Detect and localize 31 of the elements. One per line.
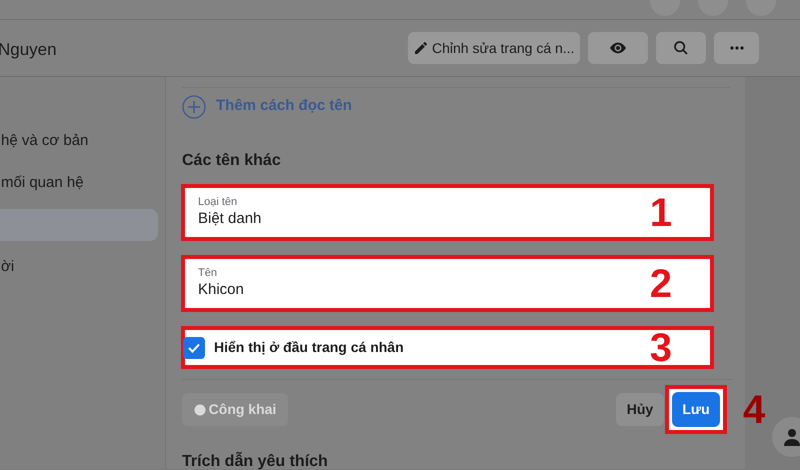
eye-icon — [610, 42, 626, 54]
search-button[interactable] — [656, 32, 706, 64]
step-number: 2 — [650, 264, 672, 304]
cancel-button[interactable]: Hủy — [616, 393, 664, 426]
contacts-button[interactable] — [772, 417, 800, 457]
sidebar-item[interactable]: ời — [0, 251, 158, 283]
field-label: Loại tên — [198, 196, 238, 209]
section-title: Trích dẫn yêu thích — [182, 450, 328, 470]
checkbox[interactable] — [183, 336, 205, 358]
input-field[interactable]: Tên Khicon 2 — [181, 255, 714, 312]
field-value: Khicon — [198, 280, 244, 300]
sidebar-item[interactable]: mối quan hệ — [0, 167, 158, 199]
view-button[interactable] — [588, 32, 648, 64]
input-field[interactable]: Loại tên Biệt danh 1 — [181, 184, 714, 241]
step-number: 4 — [743, 390, 766, 430]
person-icon — [783, 428, 800, 446]
search-icon — [673, 40, 689, 56]
save-button[interactable]: Lưu — [672, 392, 720, 427]
sidebar-item[interactable]: hệ và cơ bản — [0, 125, 158, 157]
more-icon — [730, 46, 744, 50]
field-value: Biệt danh — [198, 209, 262, 229]
checkbox-row[interactable]: Hiển thị ở đầu trang cá nhân 3 — [181, 326, 714, 369]
step-number: 1 — [650, 192, 672, 232]
plus-circle-icon — [182, 94, 206, 118]
edit-profile-button[interactable]: Chỉnh sửa trang cá n... — [408, 32, 580, 64]
field-label: Tên — [198, 267, 217, 280]
section-title: Các tên khác — [182, 151, 281, 171]
checkbox-label: Hiển thị ở đầu trang cá nhân — [214, 338, 405, 357]
step-number: 3 — [650, 328, 672, 368]
pencil-icon — [413, 40, 429, 56]
more-button[interactable] — [714, 32, 759, 64]
